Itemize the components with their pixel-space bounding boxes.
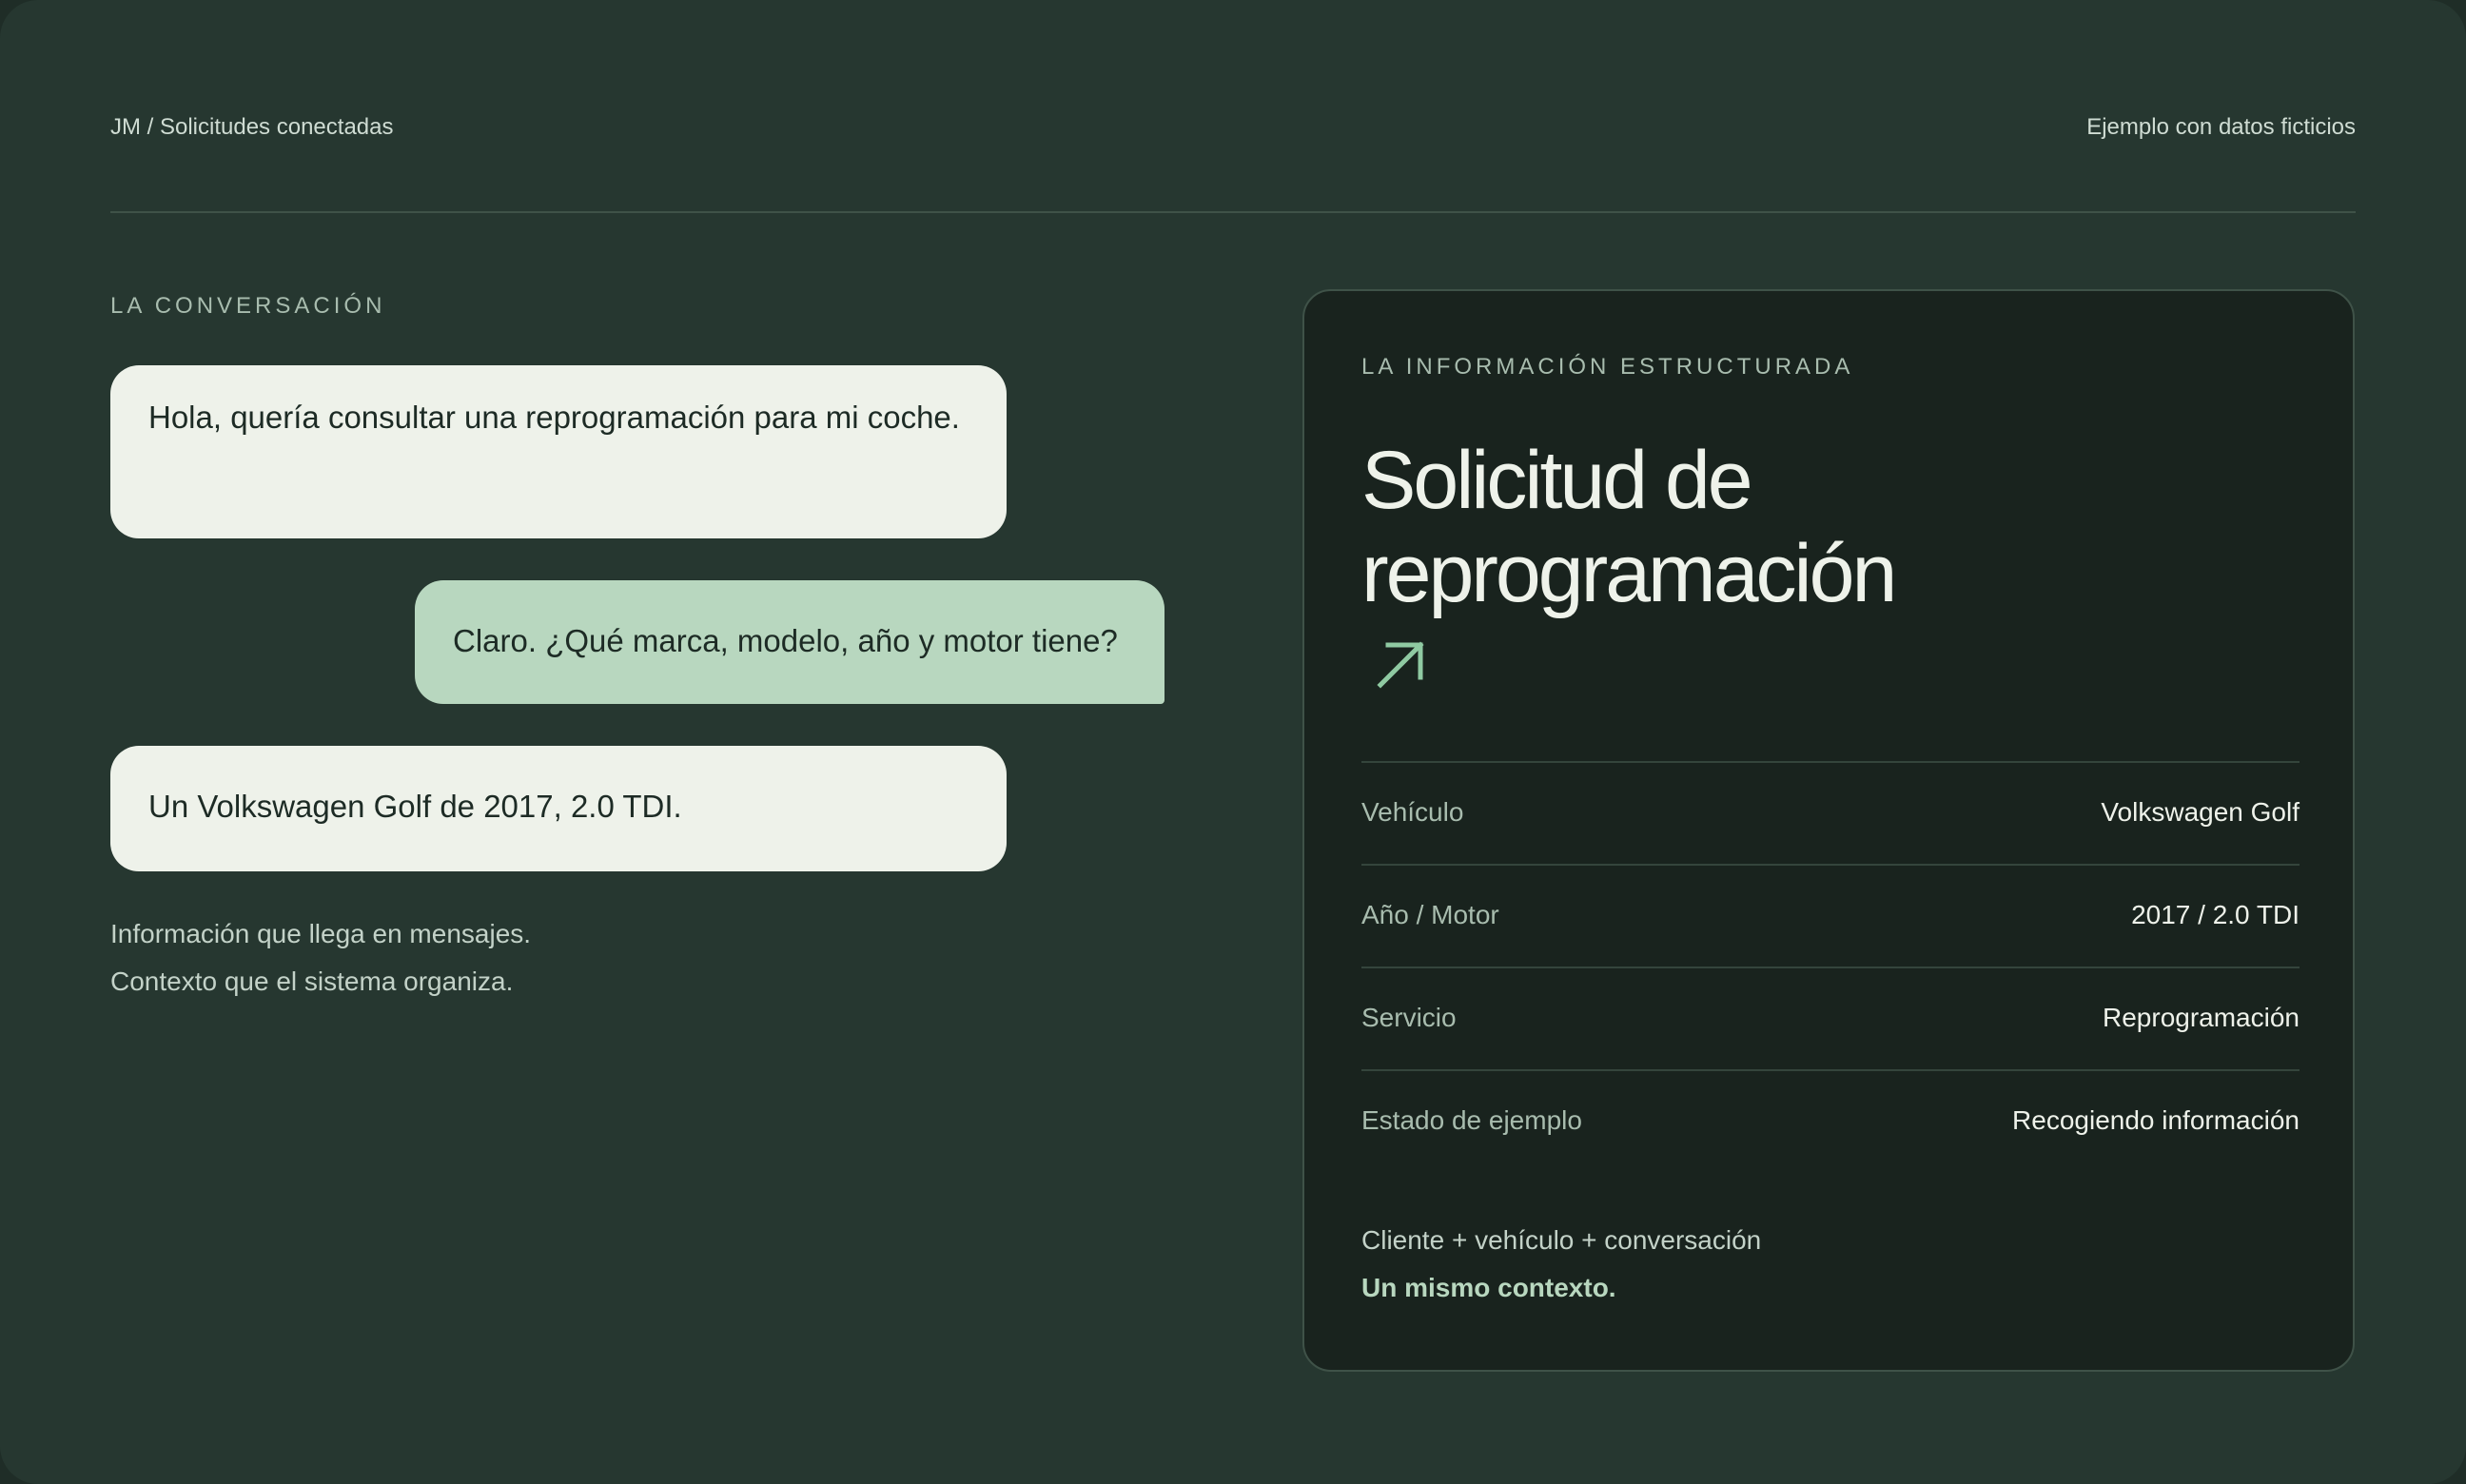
breadcrumb[interactable]: JM / Solicitudes conectadas [110,114,393,141]
info-rows: Vehículo Volkswagen Golf Año / Motor 201… [1361,761,2300,1172]
card-section-label: LA INFORMACIÓN ESTRUCTURADA [1361,354,1854,380]
conversation-section-label: LA CONVERSACIÓN [110,293,386,319]
card-title: Solicitud de reprogramación [1361,435,1897,619]
info-row-year-engine: Año / Motor 2017 / 2.0 TDI [1361,864,2300,967]
demo-data-note: Ejemplo con datos ficticios [2086,114,2356,140]
row-value: Reprogramación [2103,1003,2300,1032]
info-row-status: Estado de ejemplo Recogiendo información [1361,1069,2300,1172]
conversation-caption: Información que llega en mensajes. [110,919,532,948]
row-label: Servicio [1361,1003,1457,1032]
conversation-caption: Contexto que el sistema organiza. [110,967,514,996]
row-value: Recogiendo información [2012,1105,2300,1135]
agent-message-bubble: Claro. ¿Qué marca, modelo, año y motor t… [415,580,1164,704]
row-label: Estado de ejemplo [1361,1105,1582,1135]
message-text: Un Volkswagen Golf de 2017, 2.0 TDI. [148,789,682,824]
page-frame: JM / Solicitudes conectadas Ejemplo con … [0,0,2466,1484]
arrow-up-right-icon[interactable] [1373,635,1430,693]
client-message-bubble: Un Volkswagen Golf de 2017, 2.0 TDI. [110,746,1007,871]
card-footer-text: Cliente + vehículo + conversación [1361,1225,1762,1255]
header-divider [110,211,2356,213]
structured-info-card: LA INFORMACIÓN ESTRUCTURADA Solicitud de… [1302,289,2355,1372]
card-footer-emphasis: Un mismo contexto. [1361,1273,1616,1302]
row-label: Año / Motor [1361,900,1499,929]
row-label: Vehículo [1361,797,1464,827]
row-value: 2017 / 2.0 TDI [2131,900,2300,929]
row-value: Volkswagen Golf [2101,797,2300,827]
info-row-vehicle: Vehículo Volkswagen Golf [1361,761,2300,864]
client-message-bubble: Hola, quería consultar una reprogramació… [110,365,1007,538]
info-row-service: Servicio Reprogramación [1361,967,2300,1069]
message-text: Hola, quería consultar una reprogramació… [148,400,960,435]
message-text: Claro. ¿Qué marca, modelo, año y motor t… [453,623,1118,658]
